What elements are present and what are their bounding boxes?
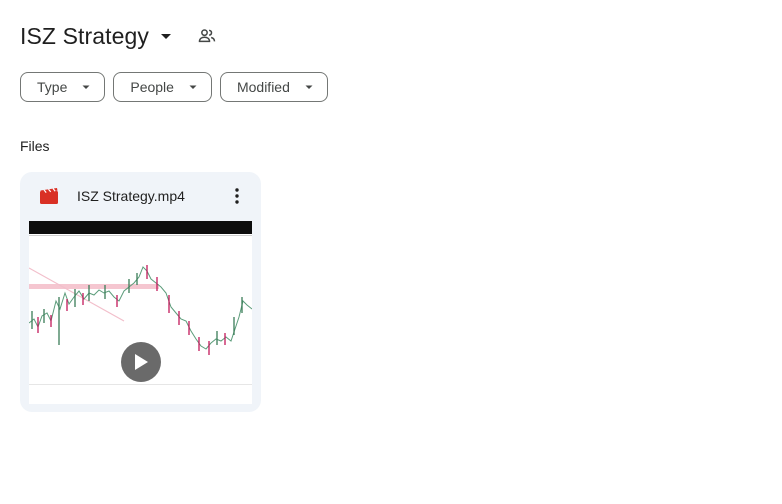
video-thumbnail[interactable] <box>29 221 252 404</box>
chevron-down-icon <box>302 80 316 94</box>
modified-filter-label: Modified <box>236 79 290 95</box>
chevron-down-icon <box>79 80 93 94</box>
file-card[interactable]: ISZ Strategy.mp4 <box>20 172 261 412</box>
drive-folder-view: ISZ Strategy Type People Modified Files … <box>0 0 782 504</box>
file-name[interactable]: ISZ Strategy.mp4 <box>77 188 185 204</box>
modified-filter-chip[interactable]: Modified <box>219 72 328 102</box>
type-filter-label: Type <box>37 79 68 95</box>
people-filter-chip[interactable]: People <box>113 72 212 102</box>
arrow-drop-down-icon[interactable] <box>156 26 176 46</box>
file-card-header: ISZ Strategy.mp4 <box>20 172 261 220</box>
thumbnail-footer-line <box>29 384 252 385</box>
folder-title[interactable]: ISZ Strategy <box>20 23 149 50</box>
video-file-icon <box>40 188 58 204</box>
people-filter-label: People <box>130 79 174 95</box>
filter-chips: Type People Modified <box>20 72 328 102</box>
folder-header: ISZ Strategy <box>20 20 218 52</box>
type-filter-chip[interactable]: Type <box>20 72 106 102</box>
files-section-label: Files <box>20 138 50 154</box>
play-icon[interactable] <box>121 342 161 382</box>
shared-people-icon[interactable] <box>196 25 218 47</box>
chevron-down-icon <box>186 80 200 94</box>
more-vert-icon[interactable] <box>227 186 247 206</box>
